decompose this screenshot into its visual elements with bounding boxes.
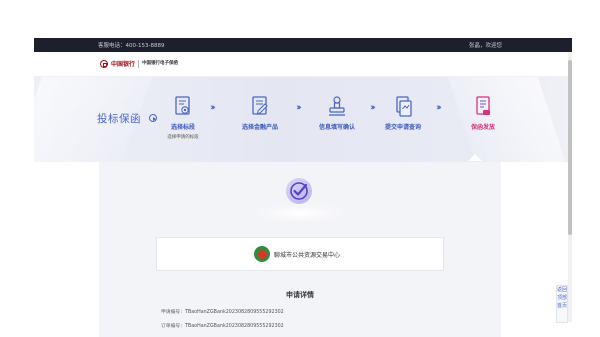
home-link[interactable]: 首页 — [557, 302, 567, 310]
step-select-product[interactable]: 选择金融产品 — [230, 95, 290, 131]
result-card: 聊城市公共资源交易中心 申请详情 申请编号：TBaoHanZGBank20230… — [99, 162, 501, 337]
detail-row: 订单编号：TBaoHanZGBank2023082809555292302 — [161, 322, 284, 329]
form-confirm-icon — [329, 96, 345, 116]
back-top-link[interactable]: 返回 — [557, 286, 567, 294]
bank-logo-text[interactable]: 中国银行 — [111, 59, 135, 68]
hotline-text: 客服电话：400-153-8889 — [98, 43, 165, 49]
detail-value: TBaoHanZGBank2023082809555292302 — [185, 324, 284, 329]
step-submit-query[interactable]: 提交申请查询 — [373, 95, 433, 131]
scrollbar-thumb[interactable] — [568, 60, 572, 235]
process-banner: 投标保函 选择标段 选择申请的标段 ›››› 选择金融产品 ›››› 信息填写确… — [34, 77, 572, 162]
step-label: 选择金融产品 — [241, 124, 278, 131]
step-guarantee-issue[interactable]: 保函发放 — [453, 95, 513, 131]
step-label: 选择标段 — [170, 124, 195, 131]
logo-divider — [138, 60, 139, 68]
step-arrow-4: ›››› — [436, 103, 442, 113]
service-name: 中国银行电子保函 — [142, 61, 178, 66]
success-badge — [255, 176, 345, 222]
floating-nav-widget: 返回 顶部 首页 — [556, 285, 568, 323]
finance-product-icon — [252, 96, 268, 115]
step-arrow-1: ›››› — [210, 103, 216, 113]
step-label: 提交申请查询 — [384, 124, 421, 131]
detail-section-title: 申请详情 — [286, 291, 314, 299]
badge-glow — [255, 204, 345, 222]
active-step-pointer — [468, 154, 482, 161]
guarantee-issue-icon — [476, 96, 490, 115]
page: 客服电话：400-153-8889 张晶，欢迎您 中国银行 中国银行电子保函 投… — [0, 0, 600, 337]
top-link[interactable]: 顶部 — [557, 294, 567, 302]
step-label: 保函发放 — [470, 124, 495, 131]
trading-center-name: 聊城市公共资源交易中心 — [274, 252, 341, 259]
detail-label: 申请编号： — [161, 310, 185, 315]
trading-center-box: 聊城市公共资源交易中心 — [156, 237, 444, 271]
check-badge-icon — [286, 178, 312, 204]
org-emblem-icon — [254, 246, 270, 262]
banner-title: 投标保函 — [97, 113, 141, 125]
top-bar: 客服电话：400-153-8889 张晶，欢迎您 — [34, 38, 572, 52]
site-header: 中国银行 中国银行电子保函 — [34, 52, 572, 77]
welcome-user-link[interactable]: 张晶，欢迎您 — [469, 41, 502, 49]
step-info-confirm[interactable]: 信息填写确认 — [307, 95, 367, 131]
detail-row: 申请编号：TBaoHanZGBank2023082809555292302 — [161, 308, 284, 315]
step-arrow-2: ›››› — [296, 103, 302, 113]
step-sub-label: 选择申请的标段 — [167, 135, 199, 140]
detail-value: TBaoHanZGBank2023082809555292302 — [185, 310, 284, 315]
bank-logo-icon[interactable] — [100, 60, 108, 68]
detail-label: 订单编号： — [161, 324, 185, 329]
target-doc-icon — [175, 96, 190, 115]
step-select-section[interactable]: 选择标段 选择申请的标段 — [153, 95, 213, 140]
step-label: 信息填写确认 — [318, 124, 355, 131]
submit-query-icon — [396, 96, 412, 117]
